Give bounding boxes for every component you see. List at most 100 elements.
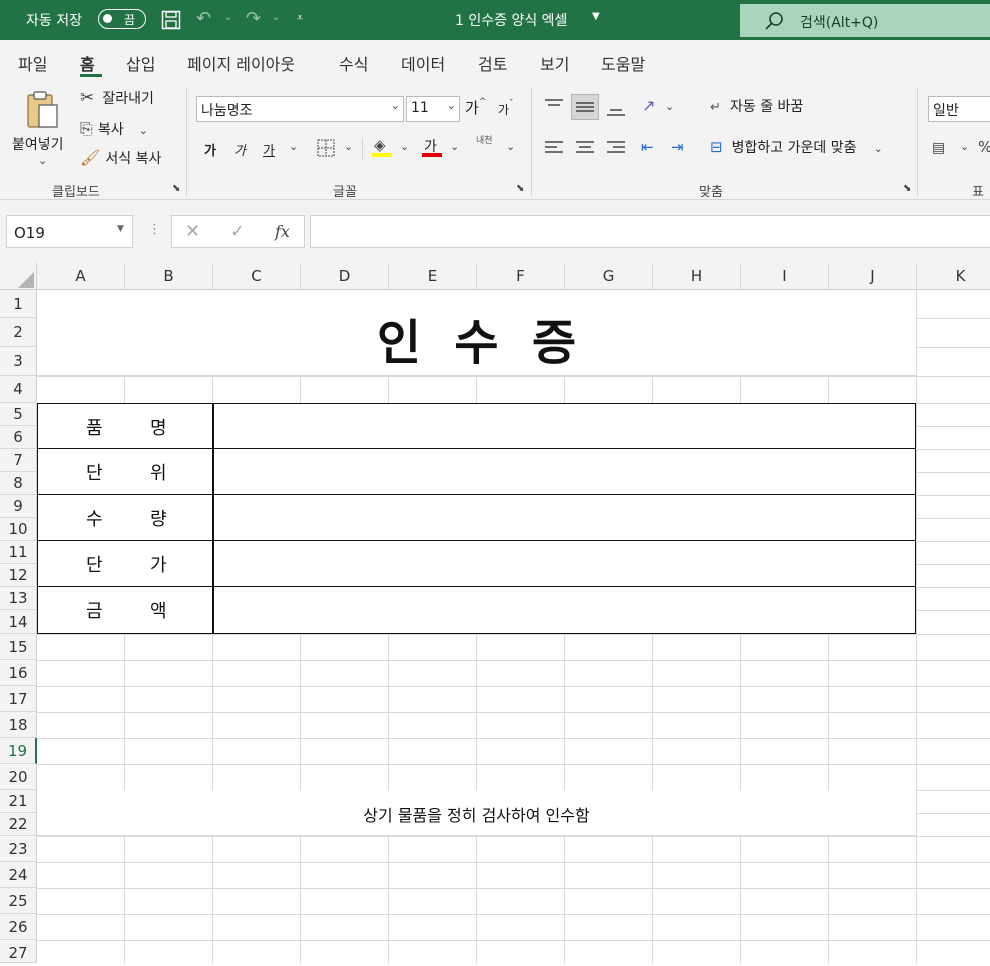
undo-dropdown-icon[interactable]: ⌄ — [224, 12, 232, 23]
redo-icon[interactable]: ↷ — [246, 8, 261, 29]
phonetic-button[interactable]: 내천 — [476, 137, 493, 146]
italic-button[interactable]: 가 — [234, 140, 246, 159]
col-header[interactable]: B — [125, 263, 213, 290]
tab-help[interactable]: 도움말 — [601, 51, 645, 75]
col-header[interactable]: E — [389, 263, 477, 290]
clipboard-launcher-icon[interactable]: ⬊ — [172, 183, 180, 194]
row-header[interactable]: 6 — [0, 426, 37, 449]
tab-home[interactable]: 홈 — [80, 51, 95, 75]
align-top-icon[interactable] — [544, 98, 564, 114]
table-row[interactable]: 품 명 — [37, 403, 916, 449]
col-header[interactable]: F — [477, 263, 565, 290]
title-dropdown-icon[interactable]: ▼ — [592, 11, 600, 22]
row-header[interactable]: 13 — [0, 587, 37, 610]
tab-review[interactable]: 검토 — [478, 51, 507, 75]
enter-icon[interactable]: ✓ — [230, 221, 245, 242]
more-dots-icon[interactable]: ⋮ — [148, 222, 161, 237]
undo-icon[interactable]: ↶ — [196, 8, 211, 29]
row-header[interactable]: 4 — [0, 376, 37, 403]
cell-grid[interactable]: 인 수 증 품 명 단 위 수 량 단 가 금 액 상기 물품을 정히 검사하여… — [37, 290, 990, 963]
underline-button[interactable]: 가 — [263, 140, 275, 159]
tab-data[interactable]: 데이터 — [401, 51, 445, 75]
row-header[interactable]: 9 — [0, 495, 37, 518]
table-row[interactable]: 금 액 — [37, 587, 916, 634]
table-row[interactable]: 수 량 — [37, 495, 916, 541]
row-header[interactable]: 25 — [0, 888, 37, 914]
row-header[interactable]: 2 — [0, 318, 37, 347]
fill-color-button[interactable]: ◈ — [372, 134, 394, 160]
font-color-dropdown-icon[interactable]: ⌄ — [450, 140, 459, 153]
row-header[interactable]: 20 — [0, 764, 37, 790]
name-box[interactable]: O19 ▼ — [6, 215, 133, 248]
tab-formulas[interactable]: 수식 — [339, 51, 368, 75]
row-header[interactable]: 3 — [0, 347, 37, 376]
row-header[interactable]: 21 — [0, 790, 37, 813]
orientation-dropdown-icon[interactable]: ⌄ — [665, 100, 674, 113]
borders-icon[interactable] — [316, 138, 336, 158]
row-header[interactable]: 18 — [0, 712, 37, 738]
redo-dropdown-icon[interactable]: ⌄ — [272, 12, 280, 23]
row-header[interactable]: 11 — [0, 541, 37, 564]
increase-indent-icon[interactable]: ⇥ — [671, 138, 684, 156]
col-header[interactable]: J — [829, 263, 917, 290]
align-center-icon[interactable] — [575, 140, 595, 156]
col-header[interactable]: I — [741, 263, 829, 290]
table-row[interactable]: 단 위 — [37, 449, 916, 495]
col-header[interactable]: H — [653, 263, 741, 290]
decrease-indent-icon[interactable]: ⇤ — [641, 138, 654, 156]
accounting-dropdown-icon[interactable]: ⌄ — [960, 140, 969, 153]
percent-icon[interactable]: % — [978, 138, 990, 156]
select-all-button[interactable] — [0, 263, 37, 290]
format-painter-button[interactable]: 🖌 서식 복사 — [80, 148, 161, 168]
row-header[interactable]: 22 — [0, 813, 37, 836]
row-header[interactable]: 8 — [0, 472, 37, 495]
merge-center-button[interactable]: ⊟ 병합하고 가운데 맞춤 ⌄ — [710, 137, 883, 157]
row-header[interactable]: 7 — [0, 449, 37, 472]
col-header[interactable]: A — [37, 263, 125, 290]
align-right-icon[interactable] — [606, 140, 626, 156]
font-name-select[interactable]: 나눔명조 ⌄ — [196, 96, 404, 122]
tab-page-layout[interactable]: 페이지 레이아웃 — [187, 51, 295, 75]
font-launcher-icon[interactable]: ⬊ — [516, 183, 524, 194]
footer-cell[interactable]: 상기 물품을 정히 검사하여 인수함 — [37, 790, 916, 836]
col-header[interactable]: G — [565, 263, 653, 290]
fill-color-dropdown-icon[interactable]: ⌄ — [400, 140, 409, 153]
copy-button[interactable]: ⎘ 복사 ⌄ — [80, 119, 148, 139]
number-format-select[interactable]: 일반 — [928, 96, 990, 122]
table-row[interactable]: 단 가 — [37, 541, 916, 587]
borders-dropdown-icon[interactable]: ⌄ — [344, 140, 353, 153]
row-header[interactable]: 27 — [0, 940, 37, 963]
row-header[interactable]: 14 — [0, 610, 37, 634]
cut-button[interactable]: ✂ 잘라내기 — [80, 88, 154, 108]
search-box[interactable]: 검색(Alt+Q) — [740, 4, 990, 37]
row-header[interactable]: 12 — [0, 564, 37, 587]
formula-input[interactable] — [310, 215, 990, 248]
col-header[interactable]: C — [213, 263, 301, 290]
title-cell[interactable]: 인 수 증 — [37, 290, 916, 376]
col-header[interactable]: K — [917, 263, 990, 290]
customize-qat-icon[interactable]: ⩡ — [297, 11, 303, 25]
wrap-text-button[interactable]: ↵ 자동 줄 바꿈 — [710, 96, 803, 116]
row-header[interactable]: 24 — [0, 862, 37, 888]
grow-font-button[interactable]: 가^ — [465, 97, 486, 118]
align-middle-button[interactable] — [571, 94, 599, 120]
row-header[interactable]: 23 — [0, 836, 37, 862]
align-left-icon[interactable] — [544, 140, 564, 156]
paste-button[interactable]: 붙여넣기 ⌄ — [10, 88, 74, 168]
shrink-font-button[interactable]: 가ˇ — [498, 99, 514, 118]
autosave-toggle[interactable]: 끔 — [98, 9, 146, 29]
tab-insert[interactable]: 삽입 — [126, 51, 155, 75]
phonetic-dropdown-icon[interactable]: ⌄ — [506, 140, 515, 153]
insert-function-icon[interactable]: fx — [275, 222, 290, 241]
tab-file[interactable]: 파일 — [18, 51, 47, 75]
tab-view[interactable]: 보기 — [540, 51, 569, 75]
row-header[interactable]: 5 — [0, 403, 37, 426]
cancel-icon[interactable]: ✕ — [185, 221, 200, 242]
align-bottom-icon[interactable] — [606, 102, 626, 118]
document-title[interactable]: 1 인수증 양식 엑셀 — [455, 10, 567, 30]
font-size-select[interactable]: 11 ⌄ — [406, 96, 460, 122]
row-header[interactable]: 10 — [0, 518, 37, 541]
row-header[interactable]: 16 — [0, 660, 37, 686]
row-header-selected[interactable]: 19 — [0, 738, 37, 764]
font-color-button[interactable]: 가 — [422, 134, 444, 160]
